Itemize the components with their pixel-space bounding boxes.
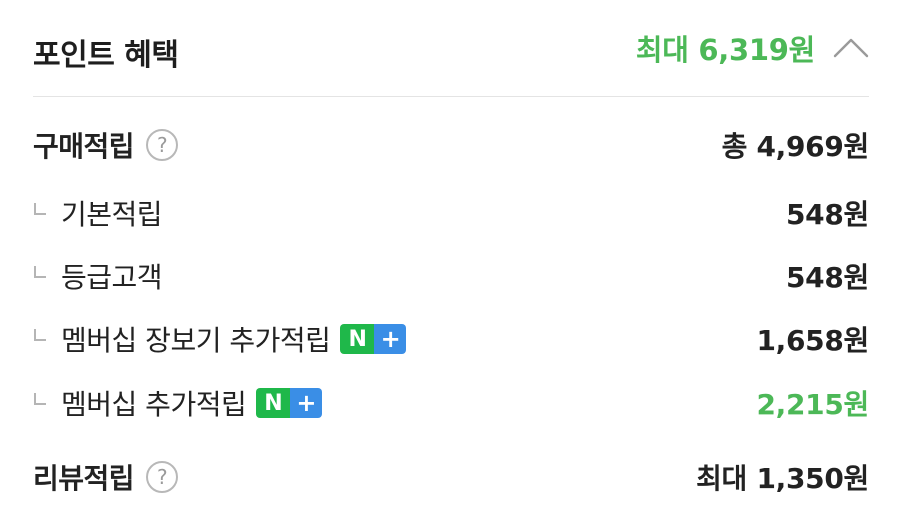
purchase-points-label: 구매적립 — [33, 130, 135, 163]
help-icon[interactable]: ? — [146, 129, 179, 161]
help-icon[interactable]: ? — [146, 461, 179, 493]
membership-grocery-points-value: 1,658원 — [756, 324, 869, 357]
badge-plus: + — [290, 388, 323, 418]
review-points-row: 리뷰적립 ? 최대 1,350원 — [33, 453, 869, 497]
branch-indicator-icon — [34, 203, 46, 215]
membership-points-value: 2,215원 — [756, 388, 869, 421]
grade-customer-row: 등급고객 548원 — [33, 252, 869, 296]
badge-n: N — [256, 388, 291, 418]
max-benefit-amount: 최대 6,319원 — [635, 33, 815, 67]
basic-points-value: 548원 — [785, 198, 869, 231]
grade-customer-label: 등급고객 — [61, 261, 163, 294]
naver-plus-badge: N + — [256, 388, 323, 418]
review-points-label: 리뷰적립 — [33, 462, 135, 495]
membership-points-row: 멤버십 추가적립 N + 2,215원 — [33, 379, 869, 423]
basic-points-label: 기본적립 — [61, 198, 163, 231]
basic-points-row: 기본적립 548원 — [33, 189, 869, 233]
chevron-up-icon[interactable] — [833, 36, 869, 60]
purchase-points-row: 구매적립 ? 총 4,969원 — [33, 121, 869, 165]
membership-grocery-points-row: 멤버십 장보기 추가적립 N + 1,658원 — [33, 315, 869, 359]
branch-indicator-icon — [34, 266, 46, 278]
membership-points-label: 멤버십 추가적립 — [61, 388, 247, 421]
point-benefit-header[interactable]: 포인트 혜택 최대 6,319원 — [33, 20, 869, 73]
purchase-points-value: 총 4,969원 — [721, 130, 870, 163]
grade-customer-value: 548원 — [785, 261, 869, 294]
section-title: 포인트 혜택 — [33, 38, 179, 73]
badge-plus: + — [374, 324, 407, 354]
membership-grocery-points-label: 멤버십 장보기 추가적립 — [61, 324, 331, 357]
badge-n: N — [340, 324, 375, 354]
branch-indicator-icon — [34, 393, 46, 405]
naver-plus-badge: N + — [340, 324, 407, 354]
collapse-toggle[interactable]: 최대 6,319원 — [636, 26, 869, 70]
header-divider — [33, 96, 869, 97]
review-points-value: 최대 1,350원 — [696, 462, 869, 495]
branch-indicator-icon — [34, 329, 46, 341]
